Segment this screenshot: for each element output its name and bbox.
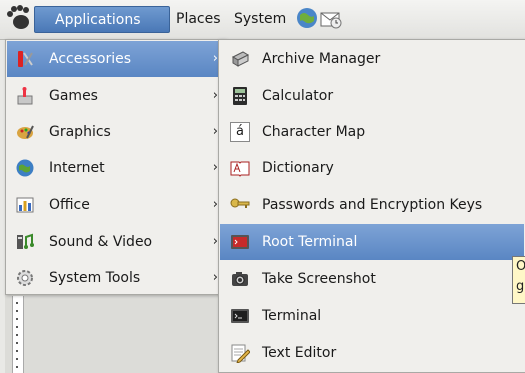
text-editor-icon xyxy=(231,344,250,363)
menu-item-calculator[interactable]: Calculator xyxy=(220,78,524,114)
web-browser-icon[interactable] xyxy=(295,6,319,30)
menu-item-label: Games xyxy=(49,88,98,104)
menu-item-terminal[interactable]: Terminal xyxy=(220,298,524,334)
applications-label: Applications xyxy=(55,12,141,28)
menu-item-label: Root Terminal xyxy=(262,234,358,250)
internet-icon xyxy=(16,159,34,177)
menu-item-sound-video[interactable]: Sound & Video › xyxy=(7,224,224,260)
menu-item-label: Sound & Video xyxy=(49,234,153,250)
menu-item-archive-manager[interactable]: Archive Manager xyxy=(220,41,524,77)
places-menu-button[interactable]: Places xyxy=(174,6,223,33)
dictionary-icon xyxy=(230,161,250,177)
menu-item-label: Dictionary xyxy=(262,160,334,176)
menu-item-label: System Tools xyxy=(49,270,141,286)
office-icon xyxy=(16,197,34,213)
menu-item-internet[interactable]: Internet › xyxy=(7,150,224,186)
menu-item-label: Office xyxy=(49,197,90,213)
calculator-icon xyxy=(233,87,247,105)
games-icon xyxy=(17,87,33,105)
character-map-glyph: á xyxy=(236,124,244,139)
sound-video-icon xyxy=(17,233,34,249)
menu-item-dictionary[interactable]: Dictionary xyxy=(220,150,524,186)
menu-item-label: Calculator xyxy=(262,88,334,104)
menu-item-label: Terminal xyxy=(262,308,322,324)
graphics-icon xyxy=(17,125,34,139)
menu-item-games[interactable]: Games › xyxy=(7,78,224,114)
applications-menu-button[interactable]: Applications xyxy=(34,6,170,33)
tooltip: O g xyxy=(512,256,525,304)
applications-menu: Accessories › Games › Graphics › Interne… xyxy=(5,39,226,295)
menu-item-label: Graphics xyxy=(49,124,111,140)
system-tools-icon xyxy=(17,270,33,286)
accessories-icon xyxy=(18,51,33,67)
system-label: System xyxy=(234,11,287,27)
menu-item-label: Passwords and Encryption Keys xyxy=(262,197,483,213)
menu-item-take-screenshot[interactable]: Take Screenshot xyxy=(220,261,524,297)
menu-item-character-map[interactable]: á Character Map xyxy=(220,114,524,150)
menu-item-office[interactable]: Office › xyxy=(7,187,224,223)
keys-icon xyxy=(230,198,250,208)
menu-item-label: Take Screenshot xyxy=(262,271,376,287)
places-label: Places xyxy=(176,11,221,27)
menu-item-label: Internet xyxy=(49,160,105,176)
gnome-foot-icon[interactable] xyxy=(5,4,33,32)
menu-item-accessories[interactable]: Accessories › xyxy=(7,41,224,77)
menu-item-graphics[interactable]: Graphics › xyxy=(7,114,224,150)
terminal-icon xyxy=(231,309,249,323)
background-ruler xyxy=(12,296,24,373)
menu-item-system-tools[interactable]: System Tools › xyxy=(7,260,224,296)
menu-item-label: Text Editor xyxy=(262,345,337,361)
tooltip-line: g xyxy=(516,279,525,294)
camera-icon xyxy=(232,272,248,286)
tooltip-line: O xyxy=(516,257,525,277)
menu-item-root-terminal[interactable]: Root Terminal xyxy=(220,224,524,260)
mail-client-icon[interactable] xyxy=(320,9,342,29)
accessories-submenu: Archive Manager Calculator á Character M… xyxy=(218,39,525,373)
menu-item-text-editor[interactable]: Text Editor xyxy=(220,335,524,371)
archive-manager-icon xyxy=(231,51,250,67)
menu-item-label: Character Map xyxy=(262,124,366,140)
top-panel: Applications Places System xyxy=(0,0,525,40)
menu-item-passwords-keys[interactable]: Passwords and Encryption Keys xyxy=(220,187,524,223)
menu-item-label: Accessories xyxy=(49,51,132,67)
root-terminal-icon xyxy=(231,235,249,249)
menu-item-label: Archive Manager xyxy=(262,51,381,67)
character-map-icon: á xyxy=(230,122,250,142)
system-menu-button[interactable]: System xyxy=(232,6,288,33)
